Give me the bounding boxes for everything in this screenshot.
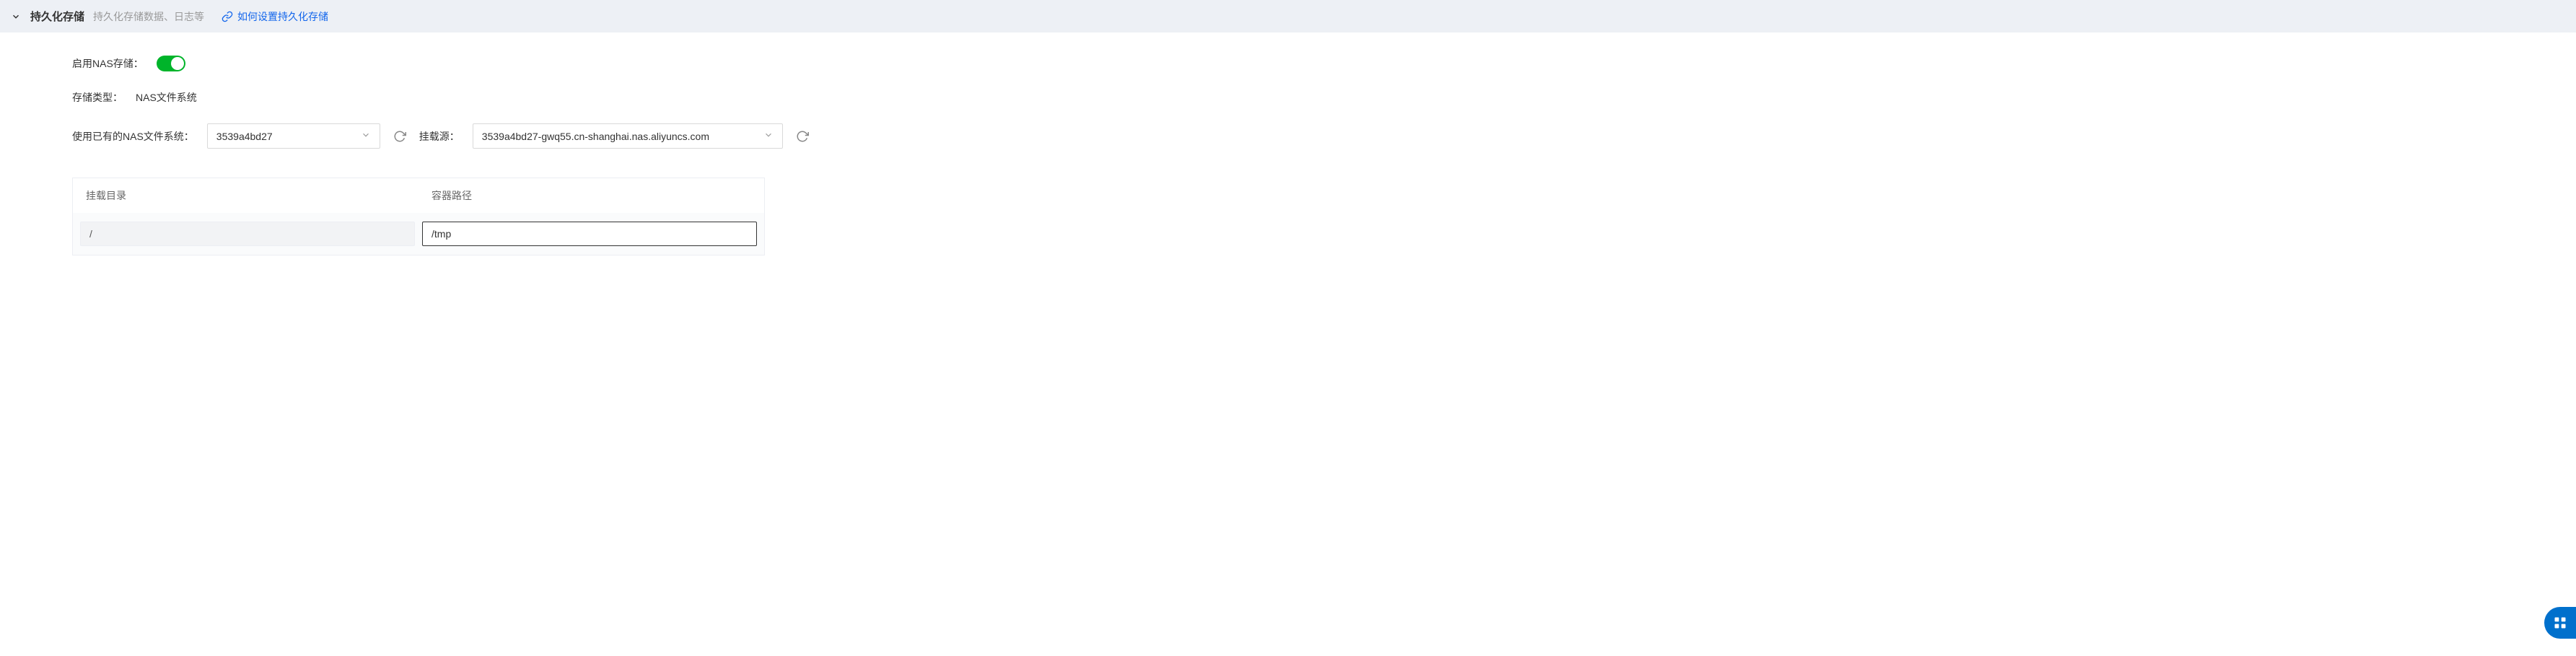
existing-nas-select[interactable]: 3539a4bd27 [207,123,380,149]
chevron-down-icon [763,130,774,142]
container-path-input[interactable] [422,222,757,246]
storage-type-label: 存储类型： [72,90,123,105]
storage-type-value: NAS文件系统 [136,90,197,105]
table-header: 挂载目录 容器路径 [73,178,764,213]
refresh-mount-button[interactable] [796,130,809,143]
existing-nas-value: 3539a4bd27 [216,131,273,142]
row-enable-nas: 启用NAS存储： [72,56,2504,71]
section-subtitle: 持久化存储数据、日志等 [93,9,204,24]
table-body: / [73,213,764,255]
refresh-nas-button[interactable] [393,130,406,143]
help-link-text: 如何设置持久化存储 [237,9,328,24]
float-action-button[interactable] [2544,607,2576,639]
section-header: 持久化存储 持久化存储数据、日志等 如何设置持久化存储 [0,0,2576,32]
chevron-down-icon[interactable] [10,11,22,22]
col-mount-dir: 挂载目录 [73,178,419,213]
existing-nas-label: 使用已有的NAS文件系统： [72,129,194,144]
mount-source-select[interactable]: 3539a4bd27-gwq55.cn-shanghai.nas.aliyunc… [473,123,783,149]
enable-nas-label: 启用NAS存储： [72,56,144,71]
row-nas-selects: 使用已有的NAS文件系统： 3539a4bd27 挂载源： 3539a4bd27… [72,123,2504,149]
row-storage-type: 存储类型： NAS文件系统 [72,90,2504,105]
link-icon [222,11,233,22]
content-area: 启用NAS存储： 存储类型： NAS文件系统 使用已有的NAS文件系统： 353… [0,32,2576,279]
section-title: 持久化存储 [30,9,84,24]
table-row: / [73,213,764,255]
chevron-down-icon [361,130,371,142]
mount-source-label: 挂载源： [419,129,460,144]
enable-nas-toggle[interactable] [157,56,185,71]
help-link[interactable]: 如何设置持久化存储 [222,9,328,24]
mount-table: 挂载目录 容器路径 / [72,178,765,255]
mount-dir-input[interactable]: / [80,222,415,246]
col-container-path: 容器路径 [419,178,764,213]
mount-source-value: 3539a4bd27-gwq55.cn-shanghai.nas.aliyunc… [482,131,709,142]
